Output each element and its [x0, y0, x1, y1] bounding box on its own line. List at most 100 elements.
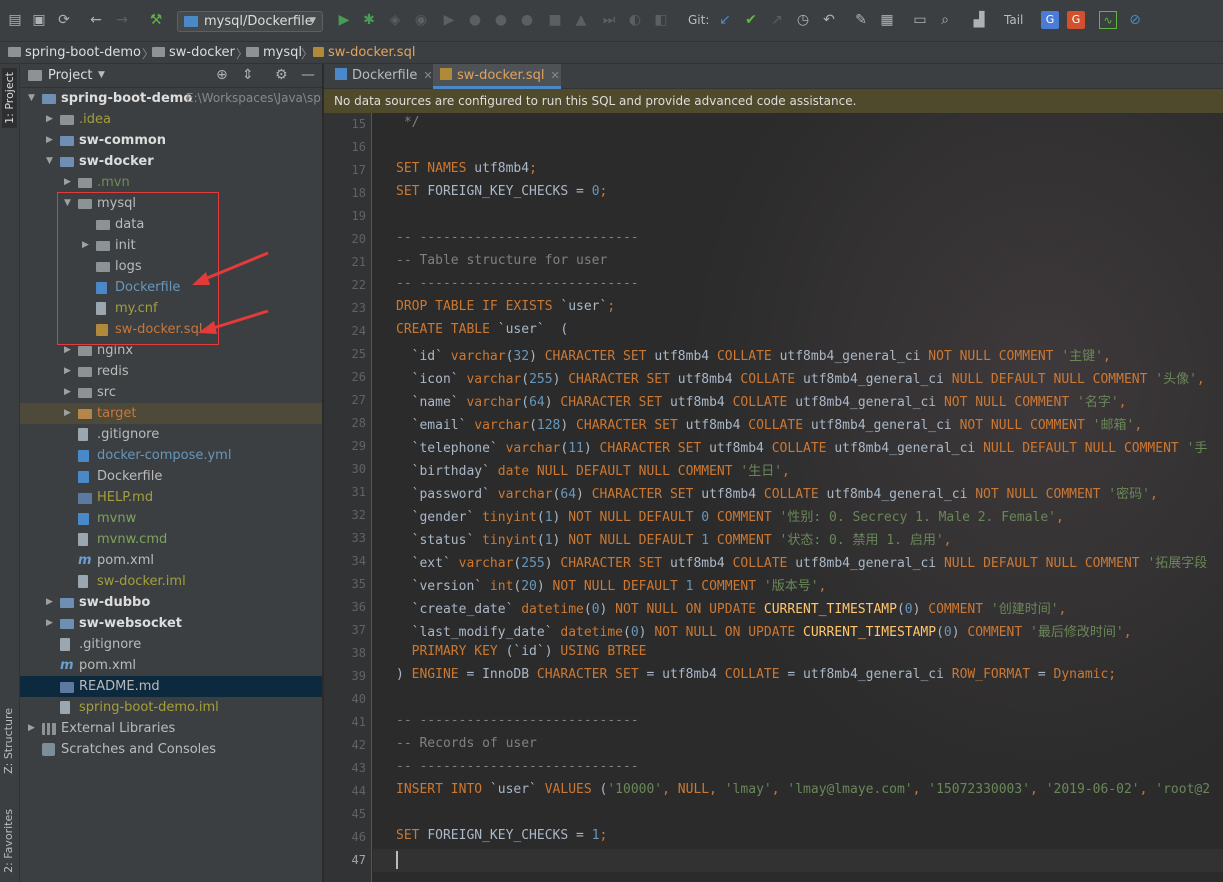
play-disabled-icon[interactable]: ▶ — [440, 11, 458, 29]
record-icon[interactable]: ● — [518, 11, 536, 29]
tree-item[interactable]: README.md — [20, 676, 322, 697]
tab-dockerfile[interactable]: Dockerfile ✕ — [330, 64, 433, 89]
git-update-icon[interactable]: ↙ — [716, 11, 734, 29]
chevron-right-icon[interactable]: ▶ — [28, 718, 38, 739]
plugin-icon[interactable]: ▟ — [970, 11, 988, 29]
save-icon[interactable]: ▣ — [30, 11, 48, 29]
chevron-right-icon[interactable]: ▶ — [64, 172, 74, 193]
code-token: ( — [623, 625, 631, 640]
breadcrumb-item-file[interactable]: sw-docker.sql — [313, 45, 415, 60]
coverage-icon[interactable]: ◈ — [386, 11, 404, 29]
no-datasource-notice: No data sources are configured to run th… — [324, 89, 1223, 113]
git-commit-icon[interactable]: ✔ — [742, 11, 760, 29]
build-hammer-icon[interactable]: ⚒ — [147, 11, 165, 29]
chevron-right-icon[interactable]: ▶ — [64, 382, 74, 403]
close-icon[interactable]: ✕ — [550, 69, 559, 82]
tree-item[interactable]: ▶ External Libraries — [20, 718, 322, 739]
tree-item[interactable]: ▶ sw-common — [20, 130, 322, 151]
settings-wrench-icon[interactable]: ✎ — [852, 11, 870, 29]
power-save-icon[interactable]: ⊘ — [1126, 11, 1144, 29]
tail-label[interactable]: Tail — [1004, 13, 1023, 27]
tab-sw-docker-sql[interactable]: sw-docker.sql ✕ — [433, 64, 561, 89]
open-folder-icon[interactable]: ▤ — [6, 11, 24, 29]
tree-item[interactable]: Dockerfile — [20, 466, 322, 487]
chevron-down-icon[interactable]: ▼ — [98, 70, 105, 80]
tree-item[interactable]: m pom.xml — [20, 655, 322, 676]
mute-icon[interactable]: ◐ — [626, 11, 644, 29]
code-editor[interactable]: */SET NAMES utf8mb4; SET FOREIGN_KEY_CHEC… — [373, 113, 1223, 882]
run-configuration-select[interactable]: mysql/Dockerfile ▼ — [177, 11, 323, 32]
project-structure-icon[interactable]: ▦ — [878, 11, 896, 29]
chevron-right-icon[interactable]: ▶ — [46, 109, 56, 130]
tree-item[interactable]: ▶ .idea — [20, 109, 322, 130]
chevron-right-icon[interactable]: ▶ — [46, 613, 56, 634]
skip-icon[interactable]: ⏭ — [600, 11, 618, 29]
tree-item[interactable]: m pom.xml — [20, 550, 322, 571]
tree-item[interactable]: ▼ sw-docker — [20, 151, 322, 172]
gear-icon[interactable]: ⚙ — [275, 67, 288, 83]
chevron-right-icon[interactable]: ▶ — [64, 403, 74, 424]
pause-icon[interactable]: ● — [466, 11, 484, 29]
project-panel-title[interactable]: Project — [48, 68, 92, 83]
translate-google-icon[interactable]: G — [1041, 11, 1059, 29]
tree-item[interactable]: sw-docker.iml — [20, 571, 322, 592]
step-icon[interactable]: ■ — [546, 11, 564, 29]
run-icon[interactable]: ▶ — [335, 11, 353, 29]
code-token: ) — [583, 441, 600, 456]
tree-item[interactable]: .gitignore — [20, 424, 322, 445]
tree-item[interactable]: spring-boot-demo.iml — [20, 697, 322, 718]
breadcrumb-item-root[interactable]: spring-boot-demo — [8, 45, 141, 60]
chevron-down-icon[interactable]: ▼ — [46, 151, 56, 172]
chevron-right-icon[interactable]: ▶ — [46, 130, 56, 151]
translate-alt-icon[interactable]: G — [1067, 11, 1085, 29]
profile-icon[interactable]: ◉ — [412, 11, 430, 29]
eject-icon[interactable]: ▲ — [572, 11, 590, 29]
project-tool-tab[interactable]: 1: Project — [2, 68, 17, 128]
code-token: , — [1030, 782, 1046, 797]
git-push-icon[interactable]: ↗ — [768, 11, 786, 29]
chevron-right-icon[interactable]: ▶ — [46, 592, 56, 613]
tree-item[interactable]: HELP.md — [20, 487, 322, 508]
tree-item[interactable]: ▶ .mvn — [20, 172, 322, 193]
forward-arrow-icon[interactable]: → — [113, 11, 131, 29]
excluded-folder-icon — [78, 409, 92, 419]
code-line: -- ---------------------------- — [396, 759, 639, 774]
git-revert-icon[interactable]: ↶ — [820, 11, 838, 29]
monitor-icon[interactable]: ∿ — [1099, 11, 1117, 29]
terminal-icon[interactable]: ▭ — [911, 11, 929, 29]
scratches-icon — [42, 743, 55, 756]
breadcrumb-item-folder[interactable]: mysql — [246, 45, 302, 60]
favorites-tool-tab[interactable]: 2: Favorites — [2, 809, 15, 873]
code-token: `telephone` — [396, 441, 506, 456]
tree-item[interactable]: mvnw.cmd — [20, 529, 322, 550]
tree-item[interactable]: docker-compose.yml — [20, 445, 322, 466]
tree-item[interactable]: ▶ sw-websocket — [20, 613, 322, 634]
code-token: -- ---------------------------- — [396, 230, 639, 245]
tree-item[interactable]: ▼ spring-boot-demo E:\Workspaces\Java\spri — [20, 88, 322, 109]
code-token: ) — [951, 625, 968, 640]
tree-item[interactable]: ▶ src — [20, 382, 322, 403]
sync-icon[interactable]: ⟳ — [55, 11, 73, 29]
tree-item-label: sw-common — [79, 133, 167, 148]
tree-item[interactable]: Scratches and Consoles — [20, 739, 322, 760]
debug-icon[interactable]: ✱ — [360, 11, 378, 29]
tree-item[interactable]: ▶ sw-dubbo — [20, 592, 322, 613]
git-history-icon[interactable]: ◷ — [794, 11, 812, 29]
tree-item[interactable]: ▶ target — [20, 403, 322, 424]
chevron-down-icon[interactable]: ▼ — [28, 88, 38, 109]
locate-target-icon[interactable]: ⊕ — [216, 67, 228, 83]
tree-item[interactable]: ▶ redis — [20, 361, 322, 382]
code-token: '版本号' — [763, 579, 819, 594]
chevron-right-icon[interactable]: ▶ — [64, 361, 74, 382]
stop-icon[interactable]: ● — [492, 11, 510, 29]
tree-item[interactable]: mvnw — [20, 508, 322, 529]
search-icon[interactable]: ⌕ — [936, 11, 954, 29]
collapse-all-icon[interactable]: ⇕ — [242, 67, 254, 83]
minimize-icon[interactable]: — — [301, 67, 315, 83]
tree-item[interactable]: .gitignore — [20, 634, 322, 655]
breadcrumb-item-module[interactable]: sw-docker — [152, 45, 235, 60]
structure-tool-tab[interactable]: Z: Structure — [2, 708, 15, 774]
back-arrow-icon[interactable]: ← — [87, 11, 105, 29]
close-icon[interactable]: ✕ — [423, 69, 432, 82]
cast-icon[interactable]: ◧ — [652, 11, 670, 29]
